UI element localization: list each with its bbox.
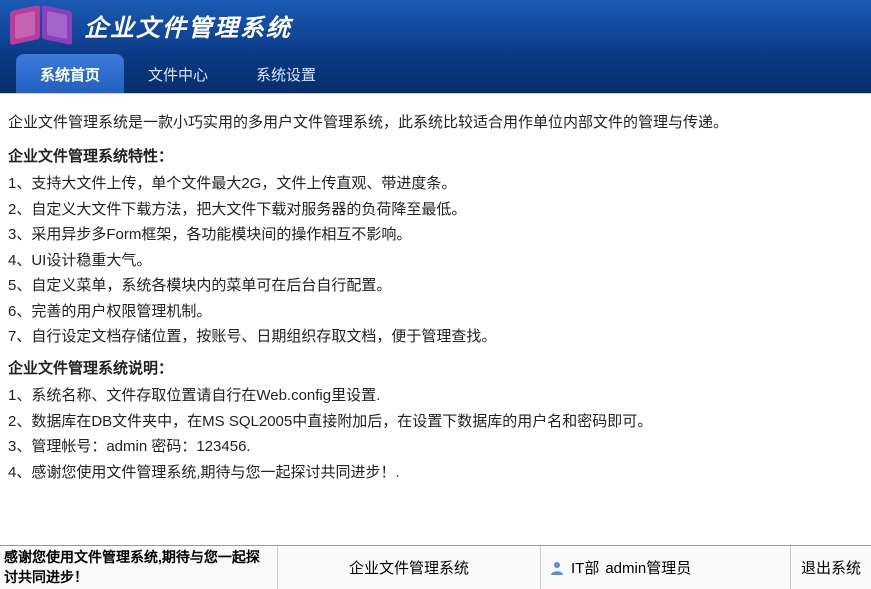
feature-item: 1、支持大文件上传，单个文件最大2G，文件上传直观、带进度条。 [8,171,863,197]
feature-item: 2、自定义大文件下载方法，把大文件下载对服务器的负荷降至最低。 [8,197,863,223]
note-item: 2、数据库在DB文件夹中，在MS SQL2005中直接附加后，在设置下数据库的用… [8,409,863,435]
logout-button[interactable]: 退出系统 [791,546,871,589]
logo-icon [10,8,72,42]
note-item: 4、感谢您使用文件管理系统,期待与您一起探讨共同进步！. [8,460,863,486]
tab-file-center[interactable]: 文件中心 [124,54,232,93]
intro-text: 企业文件管理系统是一款小巧实用的多用户文件管理系统，此系统比较适合用作单位内部文… [8,110,863,136]
footer-bar: 感谢您使用文件管理系统,期待与您一起探讨共同进步！ 企业文件管理系统 IT部 a… [0,545,871,589]
tab-home[interactable]: 系统首页 [16,54,124,93]
footer-system-name: 企业文件管理系统 [278,546,541,589]
feature-item: 3、采用异步多Form框架，各功能模块间的操作相互不影响。 [8,222,863,248]
app-title: 企业文件管理系统 [84,8,292,43]
footer-user-info: IT部 admin管理员 [541,546,791,589]
logo-container: 企业文件管理系统 [10,8,292,43]
user-name: admin管理员 [605,557,691,578]
note-item: 1、系统名称、文件存取位置请自行在Web.config里设置. [8,383,863,409]
features-title: 企业文件管理系统特性： [8,144,863,170]
main-content: 企业文件管理系统是一款小巧实用的多用户文件管理系统，此系统比较适合用作单位内部文… [0,94,871,545]
nav-bar: 系统首页 文件中心 系统设置 [0,50,871,94]
feature-item: 4、UI设计稳重大气。 [8,248,863,274]
feature-item: 5、自定义菜单，系统各模块内的菜单可在后台自行配置。 [8,273,863,299]
app-header: 企业文件管理系统 [0,0,871,50]
user-dept: IT部 [571,557,599,578]
notes-title: 企业文件管理系统说明： [8,356,863,382]
user-icon [549,560,565,576]
tab-settings[interactable]: 系统设置 [232,54,340,93]
feature-item: 7、自行设定文档存储位置，按账号、日期组织存取文档，便于管理查找。 [8,324,863,350]
note-item: 3、管理帐号：admin 密码：123456. [8,434,863,460]
feature-item: 6、完善的用户权限管理机制。 [8,299,863,325]
footer-message: 感谢您使用文件管理系统,期待与您一起探讨共同进步！ [0,546,278,589]
